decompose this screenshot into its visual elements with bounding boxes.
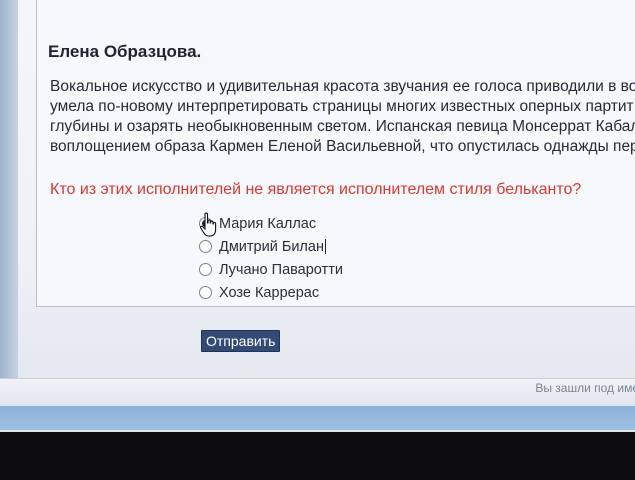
paragraph-line: умела по-новому интерпретировать страниц… [50, 98, 634, 115]
option-label: Дмитрий Билан [219, 238, 324, 255]
left-window-edge [0, 0, 18, 380]
paragraph-line: глубины и озарять необыкновенным светом.… [50, 118, 635, 135]
monitor-screen: Елена Образцова. Вокальное искусство и у… [0, 0, 635, 432]
radio-button[interactable] [199, 263, 212, 276]
paragraph-line: воплощением образа Кармен Еленой Василье… [50, 138, 635, 155]
option-label: Мария Каллас [219, 215, 317, 232]
text-cursor-icon [324, 239, 326, 254]
author-heading: Елена Образцова. [48, 42, 202, 61]
option-label: Лучано Паваротти [219, 261, 343, 278]
option-jose-carreras[interactable]: Хозе Каррерас [199, 281, 343, 304]
question-text: Кто из этих исполнителей не является исп… [50, 181, 582, 198]
taskbar-strip [0, 406, 635, 430]
paragraph-line: Вокальное искусство и удивительная красо… [50, 78, 635, 95]
option-label: Хозе Каррерас [219, 284, 320, 301]
login-status-text: Вы зашли под име [535, 381, 635, 395]
option-dmitry-bilan[interactable]: Дмитрий Билан [199, 235, 343, 258]
footer-bar: Вы зашли под име [0, 378, 635, 409]
radio-button[interactable] [199, 240, 212, 253]
submit-button[interactable]: Отправить [201, 330, 281, 352]
description-paragraph: Вокальное искусство и удивительная красо… [50, 77, 635, 157]
option-luciano-pavarotti[interactable]: Лучано Паваротти [199, 258, 343, 281]
radio-button[interactable] [199, 286, 212, 299]
hand-pointer-icon [200, 212, 217, 237]
